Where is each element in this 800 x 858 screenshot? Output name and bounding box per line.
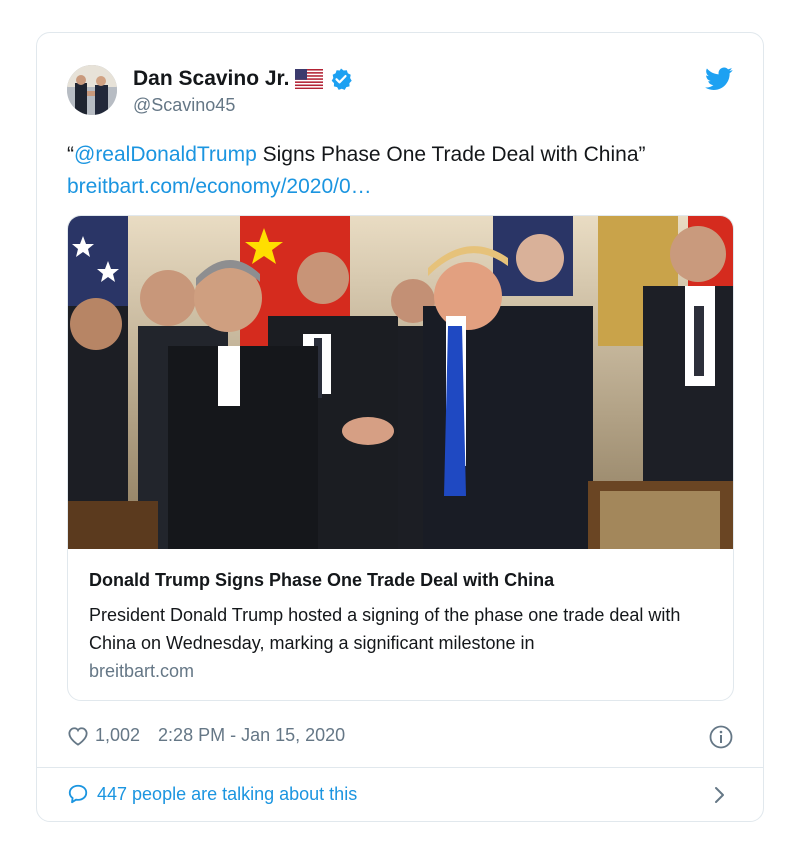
tweet-meta: 1,002 2:28 PM - Jan 15, 2020 <box>67 725 345 746</box>
url-link[interactable]: breitbart.com/economy/2020/0… <box>67 175 372 198</box>
conversation-link[interactable]: 447 people are talking about this <box>67 783 357 805</box>
heart-icon[interactable] <box>67 726 89 746</box>
card-domain: breitbart.com <box>89 661 195 681</box>
chevron-right-icon[interactable] <box>713 785 727 805</box>
mention-link[interactable]: @realDonaldTrump <box>74 143 257 166</box>
card-image[interactable] <box>68 216 733 549</box>
speech-bubble-icon <box>67 783 89 805</box>
divider <box>37 767 763 768</box>
card-description: President Donald Trump hosted a signing … <box>89 605 681 653</box>
tweet-body: Signs Phase One Trade Deal with China” <box>256 143 646 166</box>
author-name-row[interactable]: Dan Scavino Jr. <box>133 67 353 91</box>
link-card[interactable]: Donald Trump Signs Phase One Trade Deal … <box>67 215 734 701</box>
twitter-bird-icon[interactable] <box>705 67 733 91</box>
quote-open: “ <box>67 143 74 166</box>
author-handle[interactable]: @Scavino45 <box>133 95 235 116</box>
card-title[interactable]: Donald Trump Signs Phase One Trade Deal … <box>89 570 554 591</box>
timestamp[interactable]: 2:28 PM - Jan 15, 2020 <box>158 725 345 746</box>
talking-text[interactable]: 447 people are talking about this <box>97 784 357 805</box>
verified-badge-icon <box>329 67 353 91</box>
tweet-embed: Dan Scavino Jr. @Scavino45 “@realDonaldT… <box>36 32 764 822</box>
like-count[interactable]: 1,002 <box>95 725 140 746</box>
avatar[interactable] <box>67 65 117 115</box>
author-display-name[interactable]: Dan Scavino Jr. <box>133 67 289 91</box>
tweet-text: “@realDonaldTrump Signs Phase One Trade … <box>67 139 737 203</box>
info-icon[interactable] <box>709 725 733 749</box>
us-flag-icon <box>295 69 324 89</box>
